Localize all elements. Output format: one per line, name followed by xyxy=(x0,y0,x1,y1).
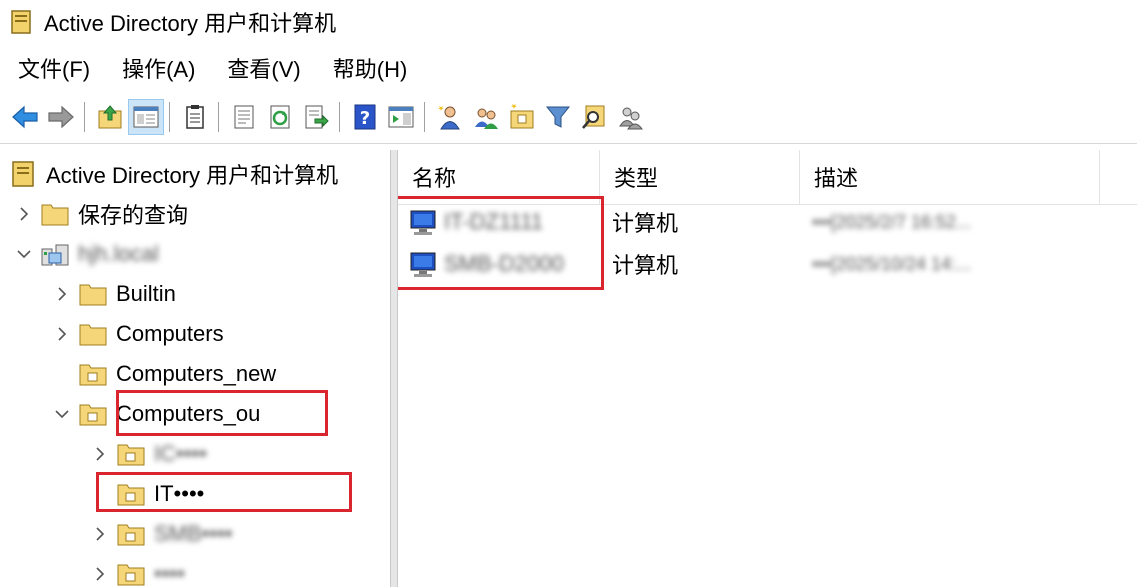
computer-description: •••[2025/10/24 14:... xyxy=(812,253,972,274)
highlight-box-computers xyxy=(398,196,604,290)
tree-node-computers[interactable]: Computers xyxy=(50,316,224,352)
chevron-down-icon[interactable] xyxy=(50,402,74,426)
action-pane-button[interactable] xyxy=(384,100,418,134)
chevron-right-icon[interactable] xyxy=(88,442,112,466)
chevron-right-icon[interactable] xyxy=(50,322,74,346)
tree-node-label: Computers_new xyxy=(116,361,277,386)
tree-node-label: IC•••• xyxy=(154,441,207,466)
ou-icon xyxy=(79,404,107,426)
tree-node-label: Builtin xyxy=(116,281,176,306)
tree-node-label: SMB•••• xyxy=(154,521,233,546)
clipboard-icon xyxy=(186,105,204,129)
chevron-right-icon[interactable] xyxy=(12,202,36,226)
new-user-button[interactable] xyxy=(433,100,467,134)
help-button[interactable]: ? xyxy=(348,100,382,134)
tree-node-saved-queries[interactable]: 保存的查询 xyxy=(12,196,188,232)
column-header-description[interactable]: 描述 xyxy=(800,150,1100,204)
domain-icon xyxy=(41,244,69,266)
forward-button[interactable] xyxy=(44,100,78,134)
toolbar: ? xyxy=(0,94,1137,140)
find-button[interactable] xyxy=(577,100,611,134)
tree-node-label: 保存的查询 xyxy=(78,203,189,228)
tree-node-label: Computers xyxy=(116,321,224,346)
filter-button[interactable] xyxy=(541,100,575,134)
folder-icon xyxy=(79,324,107,346)
show-hide-console-tree-button[interactable] xyxy=(128,99,164,135)
refresh-icon xyxy=(270,105,290,129)
find-icon xyxy=(582,105,605,129)
chevron-right-icon[interactable] xyxy=(50,282,74,306)
menu-action[interactable]: 操作(A) xyxy=(122,52,195,84)
svg-text:?: ? xyxy=(360,108,370,129)
back-arrow-icon xyxy=(12,105,38,129)
title-bar: Active Directory 用户和计算机 xyxy=(0,0,1137,44)
ou-icon xyxy=(117,524,145,546)
tree-node-child-ou[interactable]: IC•••• xyxy=(88,436,207,472)
toolbar-separator xyxy=(218,102,219,132)
toolbar-divider xyxy=(0,143,1137,144)
new-ou-icon xyxy=(510,104,534,129)
ad-app-icon xyxy=(11,10,31,34)
computer-type: 计算机 xyxy=(612,253,679,278)
export-icon xyxy=(305,105,329,129)
properties-button[interactable] xyxy=(227,100,261,134)
result-list: 名称 类型 描述 IT-DZ1111 计算机 •••[2025/2/7 16:5… xyxy=(398,150,1137,587)
tree-node-child-ou-smb[interactable]: SMB•••• xyxy=(88,516,232,552)
window-title: Active Directory 用户和计算机 xyxy=(44,11,337,36)
console-tree: Active Directory 用户和计算机 保存的查询 hjh.local … xyxy=(0,150,390,587)
filter-icon xyxy=(545,106,571,128)
tree-node-label: Active Directory 用户和计算机 xyxy=(46,163,339,188)
menu-bar: 文件(F) 操作(A) 查看(V) 帮助(H) xyxy=(0,48,421,88)
tree-node-computers-new[interactable]: Computers_new xyxy=(74,356,276,392)
ou-icon xyxy=(79,364,107,386)
toolbar-separator xyxy=(169,102,170,132)
toolbar-separator xyxy=(339,102,340,132)
folder-up-icon xyxy=(98,105,122,129)
add-to-group-icon xyxy=(619,107,643,130)
toolbar-separator xyxy=(424,102,425,132)
add-to-group-button[interactable] xyxy=(613,100,647,134)
new-user-icon xyxy=(438,106,460,130)
chevron-right-icon[interactable] xyxy=(88,562,112,586)
tree-node-builtin[interactable]: Builtin xyxy=(50,276,176,312)
pane-splitter[interactable] xyxy=(390,150,398,587)
tree-node-label: hjh.local xyxy=(78,241,159,266)
highlight-box-computers-ou xyxy=(116,390,328,436)
ad-root-icon xyxy=(12,161,34,187)
tree-node-root[interactable]: Active Directory 用户和计算机 xyxy=(8,156,338,192)
action-pane-icon xyxy=(388,106,414,128)
folder-icon xyxy=(79,284,107,306)
up-level-button[interactable] xyxy=(93,100,127,134)
toolbar-separator xyxy=(84,102,85,132)
forward-arrow-icon xyxy=(48,105,74,129)
highlight-box-it-ou xyxy=(96,472,352,512)
computer-type: 计算机 xyxy=(612,211,679,236)
menu-help[interactable]: 帮助(H) xyxy=(333,52,408,84)
new-group-button[interactable] xyxy=(469,100,503,134)
chevron-right-icon[interactable] xyxy=(88,522,112,546)
folder-icon xyxy=(41,204,69,226)
menu-file[interactable]: 文件(F) xyxy=(18,52,90,84)
chevron-down-icon[interactable] xyxy=(12,242,36,266)
console-tree-icon xyxy=(133,106,159,128)
computer-description: •••[2025/2/7 16:52... xyxy=(812,211,972,232)
new-ou-button[interactable] xyxy=(505,100,539,134)
tree-node-label: •••• xyxy=(154,561,185,586)
refresh-button[interactable] xyxy=(263,100,297,134)
tree-node-child-ou-4[interactable]: •••• xyxy=(88,556,185,587)
properties-icon xyxy=(234,105,254,129)
help-icon: ? xyxy=(354,104,376,130)
ou-icon xyxy=(117,564,145,586)
menu-view[interactable]: 查看(V) xyxy=(227,52,300,84)
export-list-button[interactable] xyxy=(299,100,333,134)
ou-icon xyxy=(117,444,145,466)
column-header-type[interactable]: 类型 xyxy=(600,150,800,204)
back-button[interactable] xyxy=(8,100,42,134)
clipboard-button[interactable] xyxy=(178,100,212,134)
tree-node-domain[interactable]: hjh.local xyxy=(12,236,159,272)
new-group-icon xyxy=(475,108,498,129)
